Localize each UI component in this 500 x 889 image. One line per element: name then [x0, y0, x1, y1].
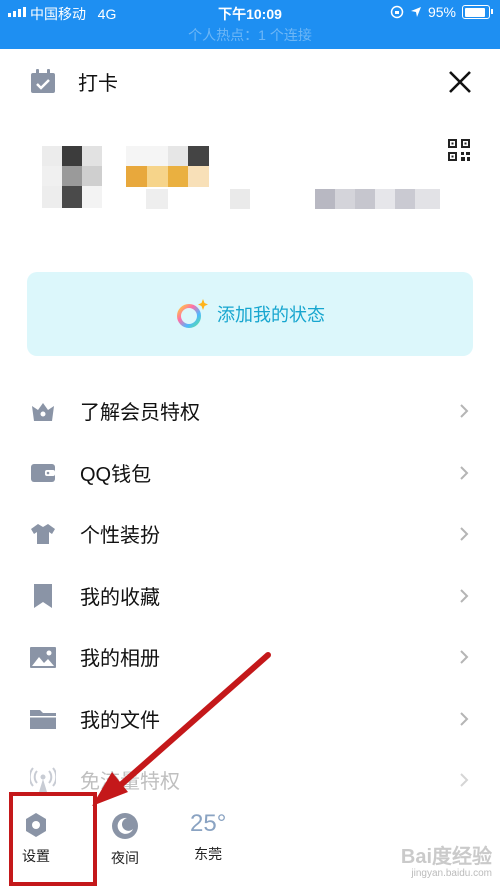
city-label: 东莞 — [194, 846, 223, 862]
watermark-url: jingyan.baidu.com — [411, 868, 492, 879]
status-bar: 中国移动 4G 下午10:09 95% — [0, 0, 500, 25]
checkin-button[interactable]: 打卡 — [30, 67, 118, 96]
menu-item-label: 免流量特权 — [80, 771, 180, 794]
add-status-label: 添加我的状态 — [217, 305, 325, 325]
qr-code-icon[interactable] — [448, 139, 470, 161]
menu-item-themes[interactable]: 个性装扮 — [0, 503, 500, 565]
menu-item-label: 个性装扮 — [80, 525, 160, 548]
night-mode-label: 夜间 — [111, 850, 139, 866]
chevron-right-icon — [460, 650, 469, 664]
menu-item-label: 我的相册 — [80, 648, 160, 671]
close-icon[interactable] — [447, 69, 473, 95]
night-mode-button[interactable]: 夜间 — [111, 812, 139, 868]
chevron-right-icon — [460, 465, 469, 480]
battery-icon — [462, 5, 493, 19]
antenna-icon — [30, 767, 56, 792]
menu-item-label: 我的文件 — [80, 709, 160, 732]
side-drawer: 打卡 添加我的状态 了解会员特权 QQ钱包 个性装扮 我的收藏 我的相册 我的文… — [0, 49, 500, 889]
menu-item-favorites[interactable]: 我的收藏 — [0, 565, 500, 627]
add-status-button[interactable]: 添加我的状态 — [27, 272, 473, 356]
rotation-lock-icon — [390, 5, 404, 19]
menu-item-label: 我的收藏 — [80, 586, 160, 609]
drawer-menu: 了解会员特权 QQ钱包 个性装扮 我的收藏 我的相册 我的文件 免流量特权 — [0, 380, 500, 811]
checkin-label: 打卡 — [78, 73, 118, 95]
weather-widget[interactable]: 25° 东莞 — [190, 810, 226, 864]
moon-icon — [112, 813, 138, 839]
annotation-highlight-box — [9, 792, 97, 886]
menu-item-vip[interactable]: 了解会员特权 — [0, 380, 500, 442]
folder-icon — [30, 709, 56, 729]
calendar-check-icon — [31, 68, 55, 93]
menu-item-qq-wallet[interactable]: QQ钱包 — [0, 442, 500, 504]
chevron-right-icon — [460, 773, 469, 787]
menu-item-label: QQ钱包 — [80, 463, 152, 486]
tshirt-icon — [31, 524, 55, 544]
hotspot-banner[interactable]: 个人热点：1 个连接 — [0, 25, 500, 49]
battery-percent: 95% — [427, 4, 456, 20]
temperature: 25° — [190, 810, 227, 837]
photo-icon — [30, 647, 56, 668]
chevron-right-icon — [460, 527, 469, 541]
menu-item-album[interactable]: 我的相册 — [0, 626, 500, 688]
menu-item-label: 了解会员特权 — [80, 402, 200, 425]
location-icon — [410, 7, 421, 17]
chevron-right-icon — [460, 404, 469, 418]
wallet-icon — [31, 463, 55, 482]
chevron-right-icon — [460, 588, 469, 603]
chevron-right-icon — [460, 711, 469, 726]
status-ring-icon — [177, 299, 208, 328]
bookmark-icon — [34, 583, 52, 608]
menu-item-files[interactable]: 我的文件 — [0, 688, 500, 750]
crown-icon — [32, 403, 54, 421]
watermark-logo: Bai度经验 — [400, 846, 492, 868]
